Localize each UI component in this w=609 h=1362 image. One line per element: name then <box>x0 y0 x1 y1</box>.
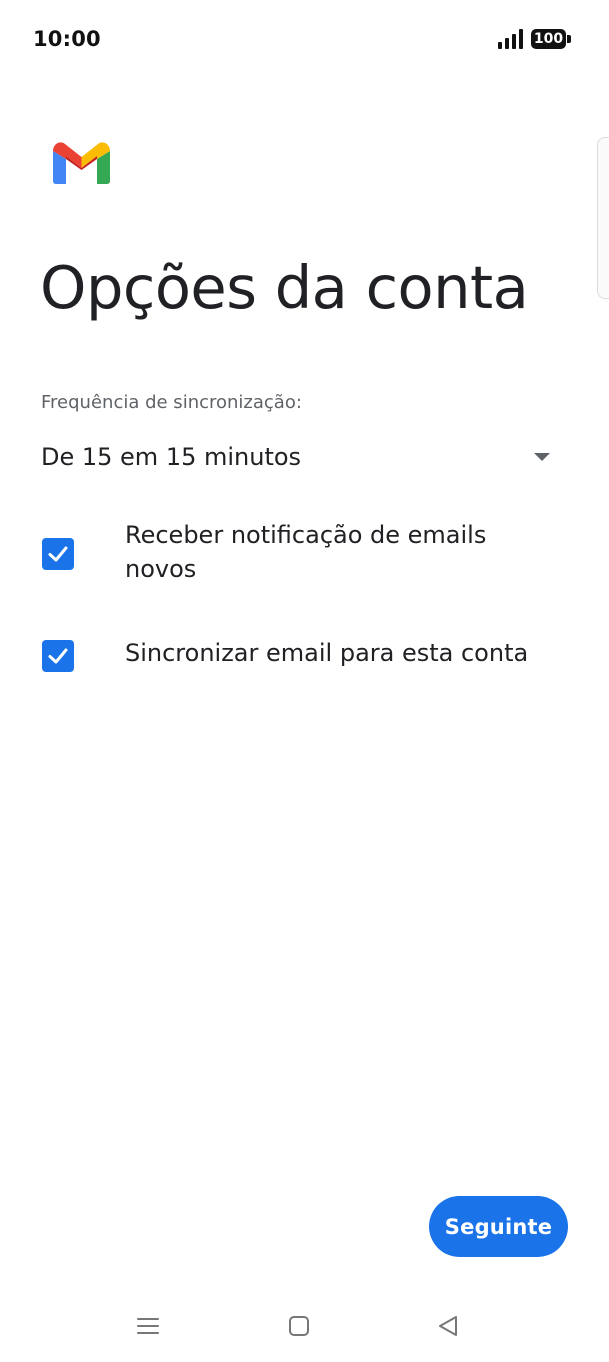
sync-frequency-value: De 15 em 15 minutos <box>41 443 302 471</box>
battery-cap <box>567 35 571 43</box>
new-email-notification-label: Receber notificação de emails novos <box>125 521 487 583</box>
sync-email-label: Sincronizar email para esta conta <box>125 639 529 667</box>
menu-button[interactable] <box>112 1290 184 1362</box>
account-options-screen: 10:00 100 Opções da conta Frequência de … <box>0 0 609 1362</box>
system-navigation-bar <box>0 1290 609 1362</box>
gmail-logo <box>53 142 110 184</box>
status-bar: 10:00 100 <box>0 0 609 80</box>
back-icon <box>439 1316 457 1336</box>
home-icon <box>289 1316 309 1336</box>
checkmark-icon <box>48 546 68 562</box>
sync-frequency-dropdown[interactable]: De 15 em 15 minutos <box>41 436 564 480</box>
scrollbar[interactable] <box>597 137 609 299</box>
back-button[interactable] <box>412 1290 484 1362</box>
checkmark-icon <box>48 648 68 664</box>
home-button[interactable] <box>263 1290 335 1362</box>
battery-level: 100 <box>533 31 564 47</box>
sync-email-option[interactable]: Sincronizar email para esta conta <box>41 636 561 680</box>
sync-email-checkbox[interactable] <box>42 640 74 672</box>
menu-icon <box>137 1318 159 1334</box>
next-button[interactable]: Seguinte <box>429 1196 568 1257</box>
new-email-notification-option[interactable]: Receber notificação de emails novos <box>41 518 561 598</box>
battery-icon: 100 <box>531 29 572 50</box>
signal-strength-icon <box>498 29 523 49</box>
clock: 10:00 <box>33 27 101 51</box>
new-email-notification-checkbox[interactable] <box>42 538 74 570</box>
chevron-down-icon <box>534 453 550 461</box>
sync-frequency-label: Frequência de sincronização: <box>41 392 302 413</box>
page-title: Opções da conta <box>40 253 529 322</box>
